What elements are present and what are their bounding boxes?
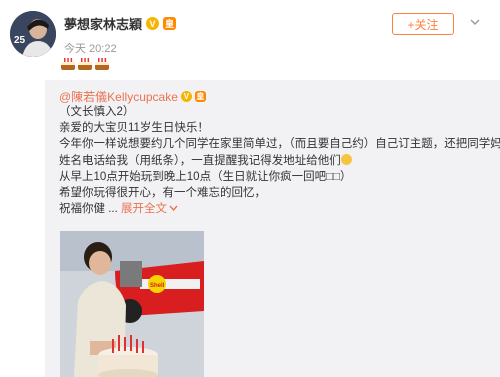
repost-text-fragment: 姓名电话给我（用纸条），一直提醒我记得发地址给他们 xyxy=(59,154,341,167)
repost-text-line: 今年你一样说想要约几个同学在家里简单过，（而且要自己约）自己订主题，还把同学妈妈… xyxy=(59,138,500,151)
follow-button[interactable]: +关注 xyxy=(392,13,454,35)
repost-text-line: 姓名电话给我（用纸条），一直提醒我记得发地址给他们 xyxy=(59,153,489,169)
repost-text-fragment: 祝福你健 ... xyxy=(59,203,118,216)
repost-text-line: 希望你玩得很开心，有一个难忘的回忆， xyxy=(59,187,266,200)
repost-text-line: 从早上10点开始玩到晚上10点（生日就让你疯一回吧□□） xyxy=(59,170,352,183)
reposted-weibo: @陳若儀Kellycupcake V 皇 （文长慎入2） 亲爱的大宝贝11岁生日… xyxy=(45,80,500,377)
cake-icon xyxy=(95,58,109,70)
post-timestamp[interactable]: 今天 20:22 xyxy=(64,40,117,56)
post-content xyxy=(60,55,110,71)
svg-text:25: 25 xyxy=(14,35,26,46)
cake-icon xyxy=(78,58,92,70)
vip-badge-icon: 皇 xyxy=(163,17,177,30)
grin-emoji-icon xyxy=(340,153,352,165)
repost-photo[interactable]: Shell xyxy=(60,231,204,377)
expand-label[interactable]: 展开全文 xyxy=(121,203,167,215)
verified-badge-icon: V xyxy=(180,90,192,102)
repost-text-line: （文长慎入2） xyxy=(59,106,135,118)
cake-icon xyxy=(61,58,75,70)
repost-author-name[interactable]: @陳若儀Kellycupcake xyxy=(59,88,178,105)
repost-text-line: 祝福你健 ... 展开全文 xyxy=(59,201,489,217)
chevron-down-icon[interactable] xyxy=(468,15,482,29)
repost-author[interactable]: @陳若儀Kellycupcake V 皇 xyxy=(59,88,489,104)
expand-full-text-link[interactable]: 展开全文 xyxy=(121,203,178,215)
author-name[interactable]: 夢想家林志穎 xyxy=(64,14,142,33)
repost-text-line: 亲爱的大宝贝11岁生日快乐！ xyxy=(59,122,209,135)
vip-badge-icon: 皇 xyxy=(194,90,206,102)
author-avatar[interactable]: 25 xyxy=(10,11,56,57)
verified-badge-icon: V xyxy=(146,17,160,30)
svg-text:Shell: Shell xyxy=(150,283,165,289)
post-author[interactable]: 夢想家林志穎 V 皇 xyxy=(64,14,177,33)
chevron-down-icon[interactable] xyxy=(169,205,178,212)
